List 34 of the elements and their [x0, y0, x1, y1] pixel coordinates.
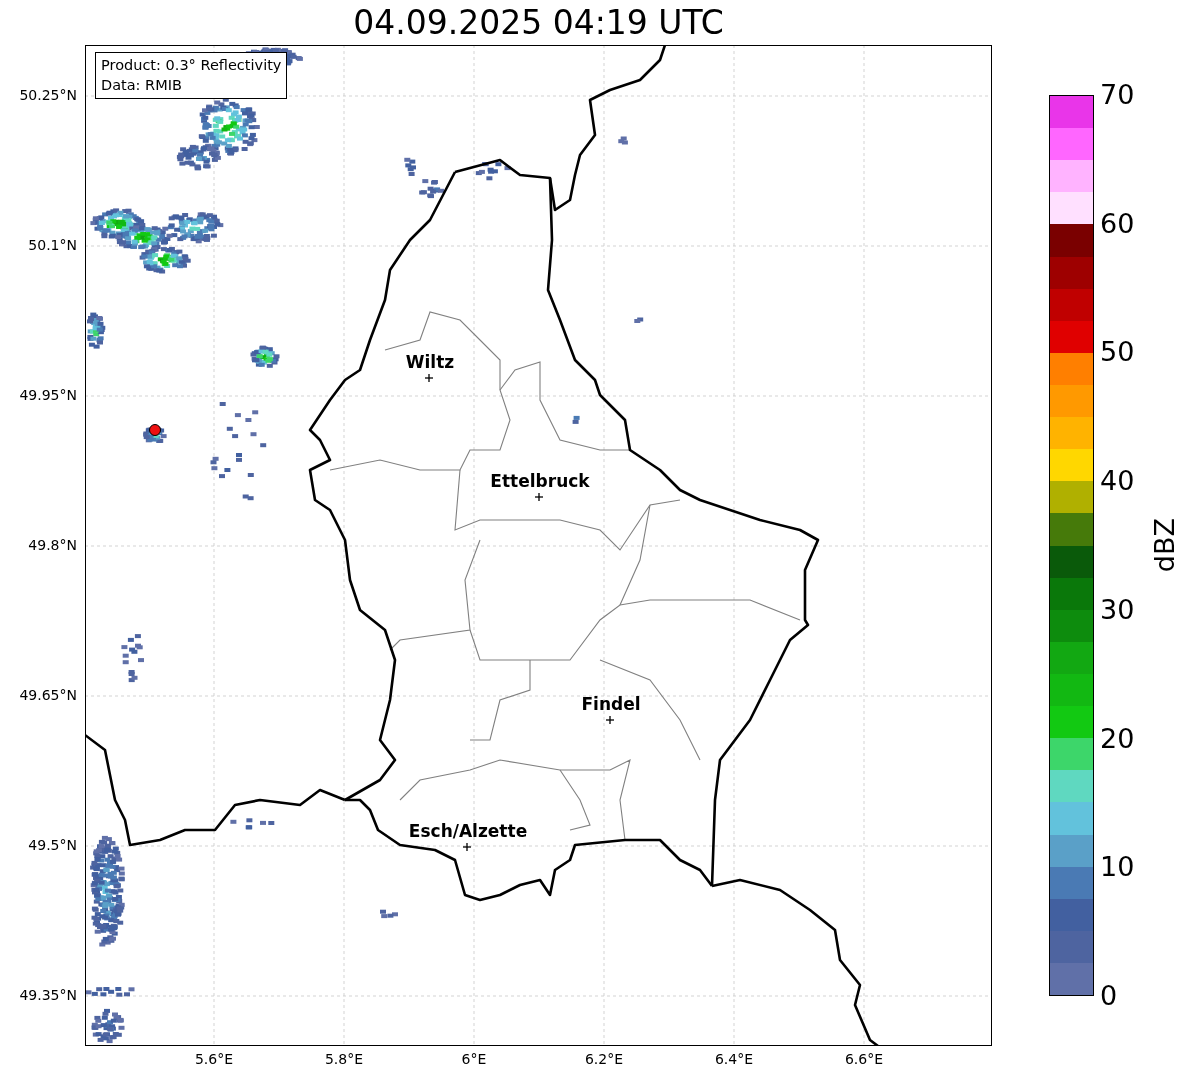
colorbar-tick-label: 20 — [1100, 722, 1135, 755]
axis-tick-label: 50.1°N — [28, 237, 77, 253]
city-label: Findel — [581, 694, 641, 714]
info-text: Data: RMIB — [101, 76, 183, 95]
axis-tick-label: 49.35°N — [19, 987, 77, 1003]
axis-tick-label: 49.65°N — [19, 687, 77, 703]
city-label: Ettelbruck — [490, 471, 590, 491]
colorbar-tick-label: 0 — [1100, 980, 1118, 1012]
axis-tick-label: 50.25°N — [19, 87, 77, 103]
colorbar-tick-label: 50 — [1100, 336, 1135, 369]
city-marker-icon — [424, 373, 434, 383]
axis-tick-label: 49.5°N — [28, 837, 77, 853]
colorbar-tick-label: 30 — [1100, 593, 1135, 626]
axis-tick-label: 6.2°E — [584, 1051, 624, 1067]
axis-tick-label: 5.6°E — [194, 1051, 234, 1067]
axis-tick-label: 5.8°E — [324, 1051, 364, 1067]
colorbar-tick-label: 60 — [1100, 207, 1135, 240]
axis-tick-label: 49.95°N — [19, 387, 77, 403]
radar-site-marker — [149, 424, 161, 436]
colorbar-tick-label: 70 — [1100, 79, 1135, 111]
chart-title: 04.09.2025 04:19 UTC — [353, 6, 724, 39]
city-label: Esch/Alzette — [408, 821, 528, 841]
city-label: Wiltz — [405, 352, 455, 372]
axis-tick-label: 6.4°E — [714, 1051, 754, 1067]
axis-tick-label: 6°E — [461, 1051, 487, 1067]
axis-tick-label: 49.8°N — [28, 537, 77, 553]
info-text: Product: 0.3° Reflectivity — [101, 56, 282, 75]
city-marker-icon — [605, 715, 615, 725]
colorbar-tick-label: 40 — [1100, 465, 1135, 498]
axis-tick-label: 6.6°E — [844, 1051, 884, 1067]
colorbar-tick-label: 10 — [1100, 851, 1135, 884]
city-marker-icon — [462, 842, 472, 852]
city-marker-icon — [534, 492, 544, 502]
colorbar-label: dBZ — [1149, 518, 1180, 573]
